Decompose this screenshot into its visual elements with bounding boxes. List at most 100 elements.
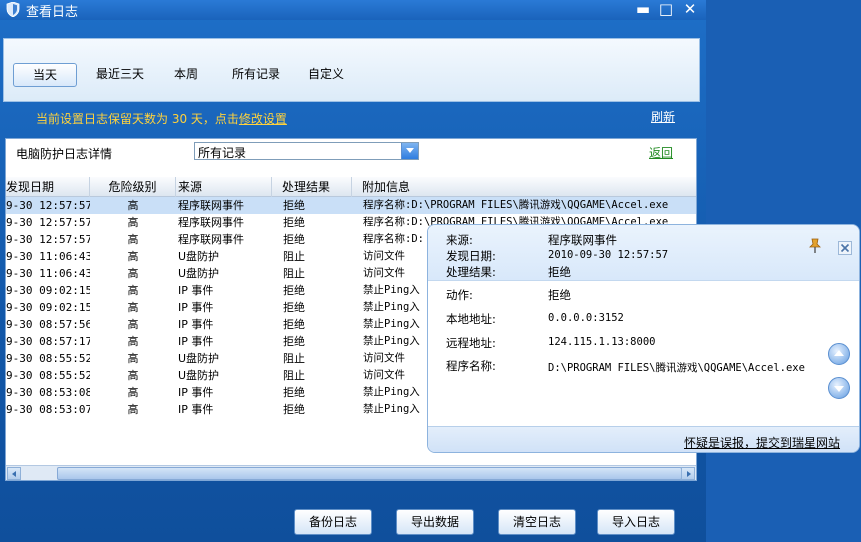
cell-risk-level: 高 <box>127 403 139 416</box>
cell-date: 9-30 08:57:17 <box>6 335 90 348</box>
close-window-button[interactable]: ✕ <box>681 1 699 18</box>
window-title: 查看日志 <box>26 5 79 20</box>
cell-result: 拒绝 <box>283 233 305 246</box>
action-label: 动作: <box>446 288 473 302</box>
tab-last-three-days[interactable]: 最近三天 <box>88 63 152 87</box>
cell-date: 9-30 12:57:57 <box>6 199 90 212</box>
popup-footer: 怀疑是误报，提交到瑞星网站 <box>428 426 859 452</box>
source-label: 来源: <box>446 233 473 247</box>
cell-result: 阻止 <box>283 267 305 280</box>
minimize-button[interactable]: ▬ <box>634 1 652 18</box>
retention-notice-text: 当前设置日志保留天数为 30 天，点击 <box>36 112 239 126</box>
modify-settings-link[interactable]: 修改设置 <box>239 112 287 126</box>
cell-result: 阻止 <box>283 369 305 382</box>
cell-date: 9-30 11:06:43 <box>6 250 90 263</box>
action-value: 拒绝 <box>548 288 571 302</box>
cell-risk-level: 高 <box>127 352 139 365</box>
cell-risk-level: 高 <box>127 199 139 212</box>
cell-source: IP 事件 <box>178 386 214 399</box>
horizontal-scrollbar[interactable] <box>6 465 696 480</box>
remote-address-value: 124.115.1.13:8000 <box>548 336 656 348</box>
close-icon[interactable] <box>838 241 852 255</box>
cell-date: 9-30 08:55:52 <box>6 369 90 382</box>
column-header-result[interactable]: 处理结果 <box>272 177 352 197</box>
program-name-value: D:\PROGRAM FILES\腾讯游戏\QQGAME\Accel.exe <box>548 362 805 374</box>
cell-date: 9-30 08:53:07 <box>6 403 90 416</box>
column-header-source[interactable]: 来源 <box>176 177 272 197</box>
cell-source: IP 事件 <box>178 403 214 416</box>
cell-date: 9-30 08:55:52 <box>6 352 90 365</box>
scroll-right-button[interactable] <box>681 467 695 480</box>
cell-result: 拒绝 <box>283 199 305 212</box>
cell-source: 程序联网事件 <box>178 233 244 246</box>
cell-result: 拒绝 <box>283 403 305 416</box>
cell-date: 9-30 09:02:15 <box>6 301 90 314</box>
retention-notice: 当前设置日志保留天数为 30 天，点击修改设置 <box>36 110 287 127</box>
cell-risk-level: 高 <box>127 335 139 348</box>
cell-result: 拒绝 <box>283 318 305 331</box>
chevron-down-icon[interactable] <box>828 377 850 399</box>
cell-risk-level: 高 <box>127 301 139 314</box>
clear-log-button[interactable]: 清空日志 <box>498 509 576 535</box>
program-name-label: 程序名称: <box>446 359 496 373</box>
source-value: 程序联网事件 <box>548 233 617 247</box>
cell-date: 9-30 12:57:57 <box>6 233 90 246</box>
pin-icon[interactable] <box>808 238 822 254</box>
grid-header: 发现日期 危险级别 来源 处理结果 附加信息 <box>6 177 696 197</box>
tab-all-records[interactable]: 所有记录 <box>226 63 286 87</box>
export-data-button[interactable]: 导出数据 <box>396 509 474 535</box>
cell-source: U盘防护 <box>178 369 220 382</box>
chevron-down-icon[interactable] <box>401 143 418 159</box>
shield-icon <box>6 2 20 17</box>
tab-custom[interactable]: 自定义 <box>302 63 350 87</box>
cell-extra-info: 程序名称:D:\PROGRAM FILES\腾讯游戏\QQGAME\Accel.… <box>363 199 669 211</box>
log-type-select-value: 所有记录 <box>198 146 247 160</box>
date-range-tabs: 当天 最近三天 本周 所有记录 自定义 <box>3 38 700 102</box>
cell-risk-level: 高 <box>127 318 139 331</box>
cell-risk-level: 高 <box>127 369 139 382</box>
remote-address-label: 远程地址: <box>446 336 496 350</box>
local-address-value: 0.0.0.0:3152 <box>548 312 624 324</box>
column-header-risk-level[interactable]: 危险级别 <box>90 177 176 197</box>
import-log-button[interactable]: 导入日志 <box>597 509 675 535</box>
cell-risk-level: 高 <box>127 386 139 399</box>
cell-result: 阻止 <box>283 352 305 365</box>
backup-log-button[interactable]: 备份日志 <box>294 509 372 535</box>
cell-source: U盘防护 <box>178 352 220 365</box>
title-bar[interactable]: 查看日志 ▬ □ ✕ <box>0 0 706 20</box>
filter-label: 电脑防护日志详情 <box>16 147 113 161</box>
report-false-positive-link[interactable]: 怀疑是误报，提交到瑞星网站 <box>684 434 840 451</box>
cell-date: 9-30 12:57:57 <box>6 216 90 229</box>
log-type-select[interactable]: 所有记录 <box>194 142 419 160</box>
cell-source: U盘防护 <box>178 250 220 263</box>
column-header-date[interactable]: 发现日期 <box>6 177 90 197</box>
result-label: 处理结果: <box>446 265 496 279</box>
cell-date: 9-30 09:02:15 <box>6 284 90 297</box>
cell-date: 9-30 08:53:08 <box>6 386 90 399</box>
cell-source: IP 事件 <box>178 301 214 314</box>
cell-date: 9-30 08:57:56 <box>6 318 90 331</box>
table-row[interactable]: 9-30 12:57:57 高 程序联网事件 拒绝 程序名称:D:\PROGRAM FI… <box>6 197 696 214</box>
result-value: 拒绝 <box>548 265 571 279</box>
chevron-up-icon[interactable] <box>828 343 850 365</box>
cell-risk-level: 高 <box>127 267 139 280</box>
event-detail-popup: 来源: 程序联网事件 发现日期: 2010-09-30 12:57:57 处理结… <box>427 224 860 453</box>
cell-result: 阻止 <box>283 250 305 263</box>
back-link[interactable]: 返回 <box>649 144 673 161</box>
cell-risk-level: 高 <box>127 284 139 297</box>
column-header-extra-info[interactable]: 附加信息 <box>352 177 696 197</box>
maximize-button[interactable]: □ <box>657 1 675 18</box>
cell-source: U盘防护 <box>178 267 220 280</box>
cell-result: 拒绝 <box>283 216 305 229</box>
date-label: 发现日期: <box>446 249 496 263</box>
cell-risk-level: 高 <box>127 250 139 263</box>
tab-today[interactable]: 当天 <box>13 63 77 87</box>
scrollbar-thumb[interactable] <box>57 467 682 480</box>
cell-risk-level: 高 <box>127 216 139 229</box>
tab-this-week[interactable]: 本周 <box>166 63 206 87</box>
cell-date: 9-30 11:06:43 <box>6 267 90 280</box>
scroll-left-button[interactable] <box>7 467 21 480</box>
cell-source: 程序联网事件 <box>178 216 244 229</box>
refresh-link[interactable]: 刷新 <box>651 108 675 125</box>
cell-source: IP 事件 <box>178 318 214 331</box>
